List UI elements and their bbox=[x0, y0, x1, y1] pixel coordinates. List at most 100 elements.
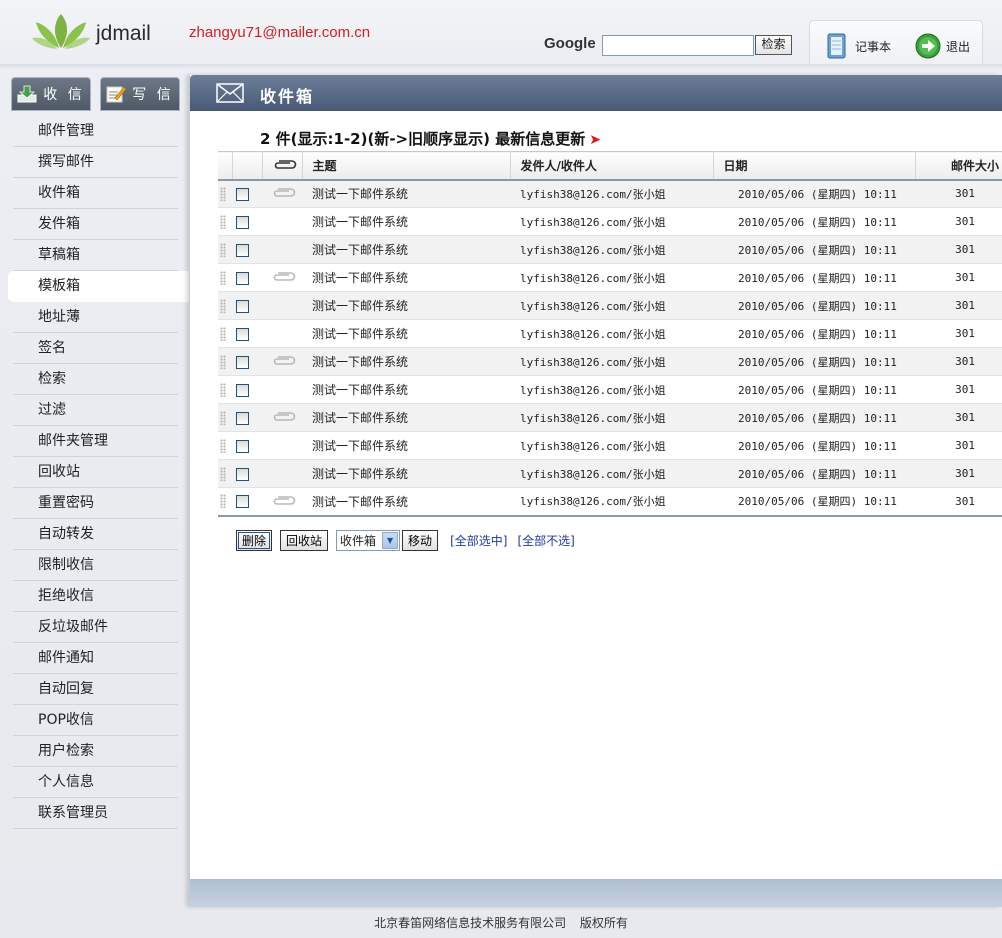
row-checkbox[interactable] bbox=[236, 299, 249, 313]
sidebar-item[interactable]: 重置密码 bbox=[13, 488, 178, 519]
sidebar-item[interactable]: 用户检索 bbox=[13, 736, 178, 767]
date-cell: 2010/05/06 (星期四) 10:11 bbox=[713, 291, 915, 320]
subject-cell[interactable]: 测试一下邮件系统 bbox=[302, 263, 510, 292]
table-row[interactable]: 测试一下邮件系统 lyfish38@126.com/张小姐 2010/05/06 (… bbox=[218, 207, 1002, 236]
subject-cell[interactable]: 测试一下邮件系统 bbox=[302, 319, 510, 348]
row-checkbox[interactable] bbox=[236, 187, 249, 201]
from-column-header[interactable]: 发件人/收件人 bbox=[510, 151, 714, 181]
table-row[interactable]: 测试一下邮件系统 lyfish38@126.com/张小姐 2010/05/06 (… bbox=[218, 487, 1002, 517]
table-row[interactable]: 测试一下邮件系统 lyfish38@126.com/张小姐 2010/05/06 (… bbox=[218, 459, 1002, 488]
row-drag-handle[interactable] bbox=[218, 207, 232, 236]
google-search-button[interactable]: 检索 bbox=[755, 35, 792, 55]
grip-icon bbox=[220, 214, 226, 229]
row-drag-handle[interactable] bbox=[218, 347, 232, 376]
deselect-all-link[interactable]: [全部不选] bbox=[517, 532, 574, 549]
subject-cell[interactable]: 测试一下邮件系统 bbox=[302, 487, 510, 517]
table-row[interactable]: 测试一下邮件系统 lyfish38@126.com/张小姐 2010/05/06 (… bbox=[218, 235, 1002, 264]
subject-cell[interactable]: 测试一下邮件系统 bbox=[302, 235, 510, 264]
date-cell: 2010/05/06 (星期四) 10:11 bbox=[713, 403, 915, 432]
row-checkbox[interactable] bbox=[236, 383, 249, 397]
row-drag-handle[interactable] bbox=[218, 403, 232, 432]
row-drag-handle[interactable] bbox=[218, 431, 232, 460]
row-checkbox[interactable] bbox=[236, 411, 249, 425]
sidebar-item[interactable]: 自动转发 bbox=[13, 519, 178, 550]
select-all-link[interactable]: [全部选中] bbox=[450, 532, 507, 549]
table-row[interactable]: 测试一下邮件系统 lyfish38@126.com/张小姐 2010/05/06 (… bbox=[218, 431, 1002, 460]
table-row[interactable]: 测试一下邮件系统 lyfish38@126.com/张小姐 2010/05/06 (… bbox=[218, 347, 1002, 376]
subject-cell[interactable]: 测试一下邮件系统 bbox=[302, 179, 510, 208]
row-drag-handle[interactable] bbox=[218, 263, 232, 292]
table-row[interactable]: 测试一下邮件系统 lyfish38@126.com/张小姐 2010/05/06 (… bbox=[218, 291, 1002, 320]
table-header-row: 主题 发件人/收件人 日期 邮件大小 bbox=[218, 151, 1002, 181]
sidebar-item[interactable]: 过滤 bbox=[13, 395, 178, 426]
notepad-button[interactable]: 记事本 bbox=[824, 33, 891, 59]
row-drag-handle[interactable] bbox=[218, 319, 232, 348]
row-drag-handle[interactable] bbox=[218, 291, 232, 320]
row-checkbox-cell bbox=[232, 459, 262, 488]
refresh-arrow-icon[interactable]: ➤ bbox=[589, 132, 601, 148]
subject-cell[interactable]: 测试一下邮件系统 bbox=[302, 431, 510, 460]
receive-mail-tab[interactable]: 收 信 bbox=[11, 77, 91, 111]
sidebar-item[interactable]: 邮件通知 bbox=[13, 643, 178, 674]
row-checkbox[interactable] bbox=[236, 495, 249, 509]
sidebar-item[interactable]: 邮件夹管理 bbox=[13, 426, 178, 457]
row-checkbox-cell bbox=[232, 319, 262, 348]
size-column-header[interactable]: 邮件大小 bbox=[915, 151, 1002, 181]
grip-icon bbox=[220, 410, 226, 425]
sidebar-item[interactable]: 收件箱 bbox=[13, 178, 178, 209]
google-search-input[interactable] bbox=[602, 35, 754, 56]
sidebar-item[interactable]: 自动回复 bbox=[13, 674, 178, 705]
write-mail-tab[interactable]: 写 信 bbox=[100, 77, 180, 111]
date-column-header[interactable]: 日期 bbox=[713, 151, 916, 181]
sidebar-item[interactable]: 撰写邮件 bbox=[13, 147, 178, 178]
sidebar-item[interactable]: 地址薄 bbox=[13, 302, 178, 333]
sidebar-item[interactable]: 草稿箱 bbox=[13, 240, 178, 271]
table-row[interactable]: 测试一下邮件系统 lyfish38@126.com/张小姐 2010/05/06 (… bbox=[218, 319, 1002, 348]
row-drag-handle[interactable] bbox=[218, 235, 232, 264]
delete-button[interactable]: 删除 bbox=[236, 530, 273, 551]
sidebar-item[interactable]: 邮件管理 bbox=[13, 116, 178, 147]
row-checkbox[interactable] bbox=[236, 327, 249, 341]
sidebar-item[interactable]: POP收信 bbox=[13, 705, 178, 736]
subject-cell[interactable]: 测试一下邮件系统 bbox=[302, 291, 510, 320]
row-checkbox[interactable] bbox=[236, 271, 249, 285]
row-checkbox[interactable] bbox=[236, 355, 249, 369]
attachment-column-header[interactable] bbox=[262, 151, 303, 181]
sidebar-item[interactable]: 发件箱 bbox=[13, 209, 178, 240]
sidebar-item[interactable]: 反垃圾邮件 bbox=[13, 612, 178, 643]
subject-cell[interactable]: 测试一下邮件系统 bbox=[302, 347, 510, 376]
sidebar-item[interactable]: 限制收信 bbox=[13, 550, 178, 581]
table-row[interactable]: 测试一下邮件系统 lyfish38@126.com/张小姐 2010/05/06 (… bbox=[218, 403, 1002, 432]
row-checkbox[interactable] bbox=[236, 467, 249, 481]
folder-select[interactable]: 收件箱 ▼ bbox=[336, 530, 401, 551]
row-checkbox-cell bbox=[232, 291, 262, 320]
table-row[interactable]: 测试一下邮件系统 lyfish38@126.com/张小姐 2010/05/06 (… bbox=[218, 375, 1002, 404]
chevron-down-icon: ▼ bbox=[382, 532, 399, 549]
table-row[interactable]: 测试一下邮件系统 lyfish38@126.com/张小姐 2010/05/06 (… bbox=[218, 263, 1002, 292]
row-drag-handle[interactable] bbox=[218, 459, 232, 488]
row-drag-handle[interactable] bbox=[218, 179, 232, 208]
sidebar-item[interactable]: 检索 bbox=[13, 364, 178, 395]
sidebar-item[interactable]: 联系管理员 bbox=[13, 798, 178, 829]
sidebar-item[interactable]: 模板箱 bbox=[8, 271, 190, 302]
subject-cell[interactable]: 测试一下邮件系统 bbox=[302, 459, 510, 488]
subject-column-header[interactable]: 主题 bbox=[302, 151, 511, 181]
recycle-button[interactable]: 回收站 bbox=[280, 530, 329, 551]
row-checkbox[interactable] bbox=[236, 243, 249, 257]
sidebar-item[interactable]: 拒绝收信 bbox=[13, 581, 178, 612]
row-checkbox[interactable] bbox=[236, 215, 249, 229]
subject-cell[interactable]: 测试一下邮件系统 bbox=[302, 403, 510, 432]
row-drag-handle[interactable] bbox=[218, 375, 232, 404]
subject-cell[interactable]: 测试一下邮件系统 bbox=[302, 207, 510, 236]
grip-icon bbox=[220, 438, 226, 453]
sidebar-item[interactable]: 个人信息 bbox=[13, 767, 178, 798]
row-drag-handle[interactable] bbox=[218, 487, 232, 517]
sidebar-item[interactable]: 签名 bbox=[13, 333, 178, 364]
logout-button[interactable]: 退出 bbox=[915, 33, 970, 59]
move-button[interactable]: 移动 bbox=[402, 530, 439, 551]
paperclip-icon bbox=[273, 495, 296, 505]
table-row[interactable]: 测试一下邮件系统 lyfish38@126.com/张小姐 2010/05/06 (… bbox=[218, 179, 1002, 208]
row-checkbox[interactable] bbox=[236, 439, 249, 453]
sidebar-item[interactable]: 回收站 bbox=[13, 457, 178, 488]
subject-cell[interactable]: 测试一下邮件系统 bbox=[302, 375, 510, 404]
